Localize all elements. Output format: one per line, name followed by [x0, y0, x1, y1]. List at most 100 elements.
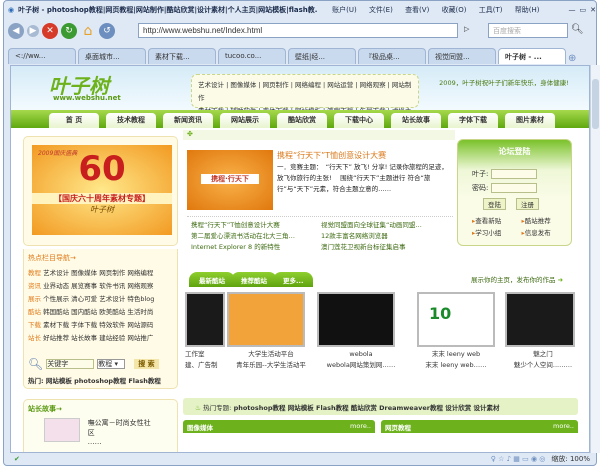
zoom-level[interactable]: 缩放: 100%	[551, 455, 590, 463]
news-link[interactable]: Internet Explorer 8 的新特性	[191, 242, 321, 253]
search-input[interactable]: 百度搜索	[488, 23, 568, 38]
hot-nav-link[interactable]: 艺术设计	[99, 295, 125, 303]
site-thumbnail[interactable]	[505, 292, 575, 347]
topic-link[interactable]: photoshop教程	[234, 404, 286, 412]
menu-favorites[interactable]: 收藏(O)	[442, 6, 467, 14]
topic-link[interactable]: 酷站欣赏	[351, 404, 377, 412]
nav-item[interactable]: 新闻资讯	[163, 113, 213, 128]
home-icon[interactable]: ⌂	[80, 23, 96, 39]
close-button[interactable]: ✕	[590, 6, 596, 14]
hot-nav-link[interactable]: 网站源码	[127, 321, 153, 329]
tab-recommended[interactable]: 推荐酷站	[231, 272, 277, 287]
hot-nav-link[interactable]: 网站推广	[127, 334, 153, 342]
password-input[interactable]	[490, 183, 537, 193]
news-image[interactable]: 携程·行天下	[187, 150, 273, 210]
more-link[interactable]: more..	[553, 422, 574, 431]
register-button[interactable]: 注册	[516, 198, 539, 210]
tab[interactable]: 视觉同盟...	[428, 48, 496, 64]
tab-more[interactable]: 更多...	[273, 272, 314, 287]
status-icons[interactable]: ♀ ☆ ♪ ▦ ▭ ◉ ◎	[491, 455, 546, 463]
nav-item[interactable]: 字体下载	[448, 113, 498, 128]
menu-account[interactable]: 账户(U)	[332, 6, 357, 14]
news-link[interactable]: 视觉同盟面向全球征集“动画同盟…	[321, 220, 451, 231]
search-icon[interactable]: 🔍︎	[571, 24, 584, 35]
nav-item[interactable]: 下载中心	[334, 113, 384, 128]
topic-link[interactable]: Dreamweaver教程	[379, 404, 443, 412]
hot-nav-link[interactable]: 特色blog	[127, 295, 154, 303]
vertical-scrollbar[interactable]	[590, 65, 600, 453]
hot-nav-link[interactable]: 生活时尚	[127, 308, 153, 316]
scroll-thumb[interactable]	[592, 79, 599, 129]
topic-link[interactable]: 设计欣赏	[445, 404, 471, 412]
topic-link[interactable]: 网站模板	[288, 404, 314, 412]
tab[interactable]: tucoo.co...	[218, 48, 286, 64]
hot-nav-link[interactable]: 网络编程	[127, 269, 153, 277]
national-day-banner[interactable]: 2009国庆盛典 60 【国庆六十周年素材专题】 叶子树	[32, 145, 172, 235]
topic-link[interactable]: Flash教程	[316, 404, 349, 412]
tab-active[interactable]: 叶子树 - ...	[498, 48, 566, 64]
hot-nav-link[interactable]: 个性展示	[43, 295, 69, 303]
menu-tools[interactable]: 工具(T)	[479, 6, 503, 14]
site-caption[interactable]: 工作室 建、广告制	[185, 349, 225, 371]
tab[interactable]: 桌面城市...	[78, 48, 146, 64]
hot-nav-link[interactable]: 清心可爱	[71, 295, 97, 303]
news-link[interactable]: 澳门莲花卫视新台标征集启事	[321, 242, 451, 253]
hot-nav-link[interactable]: 特效软件	[99, 321, 125, 329]
login-link[interactable]: ▸信息发布	[522, 227, 572, 239]
hot-nav-link[interactable]: 韩国酷站	[43, 308, 69, 316]
maximize-button[interactable]: ▭	[580, 6, 587, 14]
hot-nav-link[interactable]: 好站推荐	[43, 334, 69, 342]
hot-nav-link[interactable]: 欧美酷站	[99, 308, 125, 316]
topic-link[interactable]: 设计素材	[473, 404, 499, 412]
keyword-input[interactable]: 关键字	[46, 359, 95, 369]
hot-nav-category[interactable]: 教程	[28, 269, 41, 277]
menu-view[interactable]: 查看(V)	[405, 6, 429, 14]
refresh-icon[interactable]: ↻	[61, 23, 77, 39]
promo-link[interactable]: 展示你的主页，发布你的作品 ➜	[471, 274, 563, 284]
go-icon[interactable]: ▷	[464, 25, 469, 33]
hot-nav-link[interactable]: 国内酷站	[71, 308, 97, 316]
hot-nav-link[interactable]: 业界动态	[43, 282, 69, 290]
hot-nav-link[interactable]: 网页制作	[99, 269, 125, 277]
tab[interactable]: <://ww...	[8, 48, 76, 64]
hot-nav-link[interactable]: 站长故事	[71, 334, 97, 342]
news-link[interactable]: 第二届爱心漂流书活动在北大三角…	[191, 231, 321, 242]
site-thumbnail[interactable]	[317, 292, 395, 347]
minimize-button[interactable]: —	[569, 6, 576, 14]
tab[interactable]: 素材下载...	[148, 48, 216, 64]
news-headline[interactable]: 携程“行天下”T恤创意设计大赛	[277, 150, 453, 161]
top-links-row[interactable]: 艺术设计 | 图像媒体 | 网页制作 | 网络编程 | 网站运营 | 网络观察 …	[198, 79, 412, 105]
nav-item[interactable]: 技术教程	[106, 113, 156, 128]
story-thumbnail[interactable]	[44, 418, 80, 442]
hot-nav-link[interactable]: 字体下载	[71, 321, 97, 329]
address-bar[interactable]: http://www.webshu.net/Index.html	[138, 23, 458, 38]
stop-icon[interactable]: ✕	[42, 23, 58, 39]
more-link[interactable]: more..	[350, 422, 371, 431]
hot-nav-link[interactable]: 图像媒体	[71, 269, 97, 277]
site-thumbnail[interactable]	[227, 292, 305, 347]
back-icon[interactable]: ◀	[8, 23, 24, 39]
site-thumbnail[interactable]: 10	[417, 292, 495, 347]
site-caption[interactable]: 大学生活动平台 青年乐园--大学生活动平	[227, 349, 315, 371]
nav-item[interactable]: 站长故事	[391, 113, 441, 128]
category-select[interactable]: 教程 ▾	[97, 359, 126, 369]
story-link[interactable]: 嘸公寓－时尚女性社区	[88, 418, 157, 438]
hot-nav-link[interactable]: 艺术设计	[43, 269, 69, 277]
tab[interactable]: 壁纸|经...	[288, 48, 356, 64]
hot-nav-link[interactable]: 素材下载	[43, 321, 69, 329]
hot-link[interactable]: Flash教程	[128, 377, 161, 385]
site-caption[interactable]: 末末 leeny web 末末 leeny web……	[411, 349, 501, 371]
menu-file[interactable]: 文件(E)	[369, 6, 393, 14]
news-link[interactable]: 12款丰富名网络浏览器	[321, 231, 451, 242]
login-link[interactable]: ▸查看新贴	[472, 215, 522, 227]
hot-nav-link[interactable]: 网络观察	[127, 282, 153, 290]
hot-nav-link[interactable]: 展览赛事	[71, 282, 97, 290]
hot-nav-link[interactable]: 建站经验	[99, 334, 125, 342]
site-caption[interactable]: 魅之门 魅少个人空间...……	[505, 349, 581, 371]
hot-nav-link[interactable]: 软件书讯	[99, 282, 125, 290]
history-icon[interactable]: ↺	[99, 23, 115, 39]
login-link[interactable]: ▸酷站推荐	[522, 215, 572, 227]
news-link[interactable]: 携程“行天下”T恤创意设计大赛	[191, 220, 321, 231]
nav-item[interactable]: 图片素材	[505, 113, 555, 128]
hot-nav-category[interactable]: 资讯	[28, 282, 41, 290]
